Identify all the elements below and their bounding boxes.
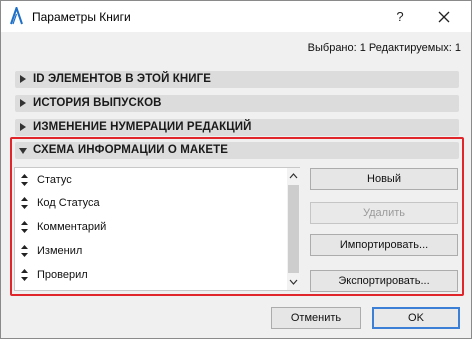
import-button[interactable]: Импортировать... bbox=[310, 234, 458, 256]
title-bar: Параметры Книги ? bbox=[1, 1, 471, 32]
drag-handle-icon[interactable] bbox=[21, 245, 28, 257]
list-item[interactable]: Изменил bbox=[15, 241, 285, 261]
section-issue-history[interactable]: ИСТОРИЯ ВЫПУСКОВ bbox=[15, 95, 459, 112]
scroll-up-icon[interactable] bbox=[287, 168, 300, 184]
delete-button[interactable]: Удалить bbox=[310, 202, 458, 224]
selection-info: Выбрано: 1 Редактируемых: 1 bbox=[307, 42, 461, 54]
list-item[interactable]: Код Статуса bbox=[15, 193, 285, 213]
expand-arrow-icon bbox=[20, 75, 26, 83]
scrollbar-thumb[interactable] bbox=[288, 185, 299, 273]
section-label: СХЕМА ИНФОРМАЦИИ О МАКЕТЕ bbox=[33, 144, 229, 156]
expand-arrow-icon bbox=[20, 123, 26, 131]
section-revision-numbering[interactable]: ИЗМЕНЕНИЕ НУМЕРАЦИИ РЕДАКЦИЙ bbox=[15, 119, 459, 136]
window-title: Параметры Книги bbox=[32, 10, 131, 24]
close-icon[interactable] bbox=[432, 5, 456, 29]
collapse-arrow-icon bbox=[19, 148, 27, 154]
drag-handle-icon[interactable] bbox=[21, 174, 28, 186]
section-element-ids[interactable]: ID ЭЛЕМЕНТОВ В ЭТОЙ КНИГЕ bbox=[15, 71, 459, 88]
section-label: ID ЭЛЕМЕНТОВ В ЭТОЙ КНИГЕ bbox=[33, 73, 212, 85]
help-button[interactable]: ? bbox=[388, 5, 412, 29]
ok-button[interactable]: OK bbox=[372, 307, 460, 329]
list-item[interactable]: Комментарий bbox=[15, 217, 285, 237]
list-item-label: Изменил bbox=[37, 245, 83, 257]
list-item-label: Код Статуса bbox=[37, 197, 100, 209]
section-label: ИСТОРИЯ ВЫПУСКОВ bbox=[33, 97, 162, 109]
expand-arrow-icon bbox=[20, 99, 26, 107]
list-item-label: Проверил bbox=[37, 269, 88, 281]
list-item-label: Комментарий bbox=[37, 221, 107, 233]
new-button[interactable]: Новый bbox=[310, 168, 458, 190]
cancel-button[interactable]: Отменить bbox=[271, 307, 361, 329]
scroll-down-icon[interactable] bbox=[287, 274, 300, 290]
list-scrollbar[interactable] bbox=[287, 168, 300, 290]
drag-handle-icon[interactable] bbox=[21, 221, 28, 233]
drag-handle-icon[interactable] bbox=[21, 269, 28, 281]
layout-info-list: Статус Код Статуса Комментарий Изменил П… bbox=[14, 167, 300, 291]
list-item[interactable]: Статус bbox=[15, 170, 285, 190]
list-item[interactable]: Проверил bbox=[15, 265, 285, 285]
book-settings-dialog: Параметры Книги ? Выбрано: 1 Редактируем… bbox=[0, 0, 472, 339]
archicad-icon bbox=[10, 7, 23, 25]
section-layout-info-scheme[interactable]: СХЕМА ИНФОРМАЦИИ О МАКЕТЕ bbox=[15, 142, 459, 159]
export-button[interactable]: Экспортировать... bbox=[310, 270, 458, 292]
list-item-label: Статус bbox=[37, 174, 72, 186]
section-label: ИЗМЕНЕНИЕ НУМЕРАЦИИ РЕДАКЦИЙ bbox=[33, 121, 252, 133]
drag-handle-icon[interactable] bbox=[21, 197, 28, 209]
